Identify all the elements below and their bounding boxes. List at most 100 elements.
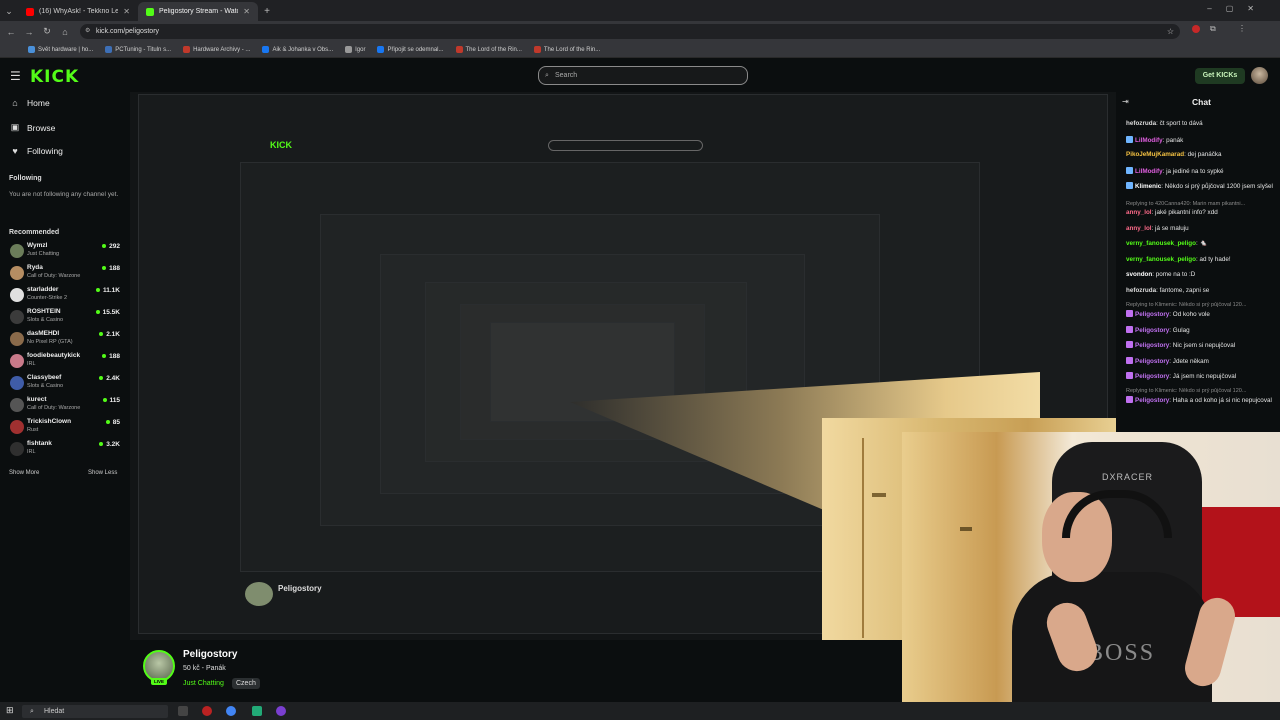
stream-title: 50 kč - Panák [183,665,226,672]
chat-username[interactable]: Peligostory [1135,327,1169,334]
recommended-channel[interactable]: Classybeef Slots & Casino 2.4K [8,373,122,394]
os-taskbar: ⊞ ⌕ Hledat [0,702,1280,720]
viewer-count: 188 [102,353,120,360]
viewer-count: 3.2K [99,441,120,448]
nested-streamer-name: Peligostory [278,584,322,593]
sidebar: ⌂ Home ▣ Browse ♥ Following Following You are… [0,92,128,702]
chat-username[interactable]: LilModify [1135,137,1163,144]
app-icon[interactable] [252,706,262,716]
new-tab-button[interactable]: + [258,6,276,17]
menu-icon[interactable]: ⋮ [1238,24,1246,33]
stream-category[interactable]: Just Chatting [183,680,224,687]
start-icon[interactable]: ⊞ [6,705,14,716]
bookmark-1[interactable]: PCTuning - Tituln s... [105,46,171,53]
tab-close-icon[interactable]: ✕ [123,7,130,16]
bookmark-star-icon[interactable]: ☆ [1167,24,1174,39]
channel-name: fishtank [27,440,52,447]
chat-message: Peligostory: Jdete někam [1126,356,1278,366]
viewer-count: 15.5K [96,309,120,316]
chat-text: jaké pikantní info? xdd [1155,209,1218,216]
recommended-channel[interactable]: Ryda Call of Duty: Warzone 188 [8,263,122,284]
bookmark-label: Aik & Johanka v Obs... [272,46,334,53]
get-kicks-button[interactable]: Get KICKs [1195,68,1245,84]
recommended-channel[interactable]: kurect Call of Duty: Warzone 115 [8,395,122,416]
tab-0[interactable]: (16) WhyAsk! - Tekkno Lebt - Y ✕ [18,2,138,21]
chat-message: verny_fanousek_peligo: ad ty hade! [1126,256,1278,264]
bookmark-favicon-icon [455,46,463,53]
bookmark-3[interactable]: Aik & Johanka v Obs... [262,46,333,53]
home-icon[interactable]: ⌂ [56,27,74,37]
door-handle [960,527,972,531]
task-view-icon[interactable] [178,706,188,716]
chat-text: Nic jsem si nepujčoval [1172,342,1236,349]
home-icon: ⌂ [12,98,18,108]
door-handle [872,493,886,497]
viewer-count: 11.1K [96,287,120,294]
app-icon[interactable] [202,706,212,716]
app-icon[interactable] [276,706,286,716]
chat-username[interactable]: verny_fanousek_peligo [1126,256,1196,263]
chrome-icon[interactable] [226,706,236,716]
recommended-channel[interactable]: fishtank IRL 3.2K [8,439,122,460]
streamer-name[interactable]: Peligostory [183,649,237,660]
extension-icon[interactable] [1192,25,1200,33]
chat-username[interactable]: Peligostory [1135,358,1169,365]
chat-username[interactable]: verny_fanousek_peligo [1126,240,1196,247]
tab-close-icon[interactable]: ✕ [243,7,250,16]
tab-search-icon[interactable]: ⌄ [0,6,18,17]
reload-icon[interactable]: ↻ [38,26,56,37]
chat-username[interactable]: Peligostory [1135,342,1169,349]
sidebar-item-browse[interactable]: ▣ Browse [10,122,56,133]
hamburger-menu-icon[interactable]: ☰ [10,69,21,83]
url-text: kick.com/peligostory [96,28,160,35]
recommended-channel[interactable]: TrickishClown Rust 85 [8,417,122,438]
forward-icon[interactable]: → [20,27,38,37]
chat-username[interactable]: svondon [1126,271,1152,278]
webcam-overlay: DXRACER BOSS [902,432,1280,720]
chat-username[interactable]: hefozruda [1126,287,1156,294]
bookmark-2[interactable]: Hardware Archivy - ... [183,46,250,53]
recommended-channel[interactable]: ROSHTEIN Slots & Casino 15.5K [8,307,122,328]
sidebar-item-following[interactable]: ♥ Following [10,146,63,156]
url-field[interactable]: ⚙ kick.com/peligostory ☆ [80,24,1180,39]
search-icon: ⌕ [545,72,549,79]
recommended-channel[interactable]: dasMEHDI No Pixel RP (GTA) 2.1K [8,329,122,350]
chat-username[interactable]: anny_lol [1126,209,1152,216]
chat-username[interactable]: Peligostory [1135,373,1169,380]
viewer-count: 2.4K [99,375,120,382]
chat-message: LilModify: panák [1126,135,1278,145]
chat-username[interactable]: anny_lol [1126,225,1152,232]
recommended-channel[interactable]: Wymzl Just Chatting 292 [8,241,122,262]
show-more-button[interactable]: Show More [9,470,39,476]
bookmark-5[interactable]: Připojit se odemnal... [377,46,444,53]
bookmark-0[interactable]: Svět hardware | ho... [28,46,93,53]
chat-username[interactable]: PikoJeMujKamarad [1126,151,1184,158]
site-info-icon[interactable]: ⚙ [85,24,90,39]
search-input[interactable]: ⌕ Search [538,66,748,85]
sidebar-item-label: Home [27,98,50,108]
chat-username[interactable]: LilModify [1135,168,1163,175]
window-controls[interactable]: –▢✕ [1207,4,1268,13]
back-icon[interactable]: ← [2,27,20,37]
bookmark-7[interactable]: The Lord of the Rin... [533,46,600,53]
chat-username[interactable]: Peligostory [1135,397,1169,404]
chat-username[interactable]: Klimenic [1135,183,1161,190]
recommended-channel[interactable]: foodiebeautykick IRL 188 [8,351,122,372]
extensions-icon[interactable]: ⧉ [1210,24,1216,34]
bookmark-4[interactable]: Igor [345,46,365,53]
sidebar-item-home[interactable]: ⌂ Home [10,98,50,108]
tab-1[interactable]: Peligostory Stream - Watch Liv ✕ [138,2,258,21]
user-avatar[interactable] [1251,67,1268,84]
chat-message: Peligostory: Od koho vole [1126,310,1278,319]
taskbar-search[interactable]: ⌕ Hledat [22,705,168,718]
recommended-channel[interactable]: starladder Counter-Strike 2 11.1K [8,285,122,306]
chat-username[interactable]: Peligostory [1135,311,1169,318]
bookmark-6[interactable]: The Lord of the Rin... [455,46,522,53]
show-less-button[interactable]: Show Less [88,470,117,476]
language-tag[interactable]: Czech [232,678,260,689]
chat-badge-icon [1126,372,1133,379]
chat-username[interactable]: hefozruda [1126,120,1156,127]
kick-logo[interactable]: KICK [30,67,79,87]
bookmark-favicon-icon [377,46,385,53]
tab-favicon-icon [146,7,154,16]
